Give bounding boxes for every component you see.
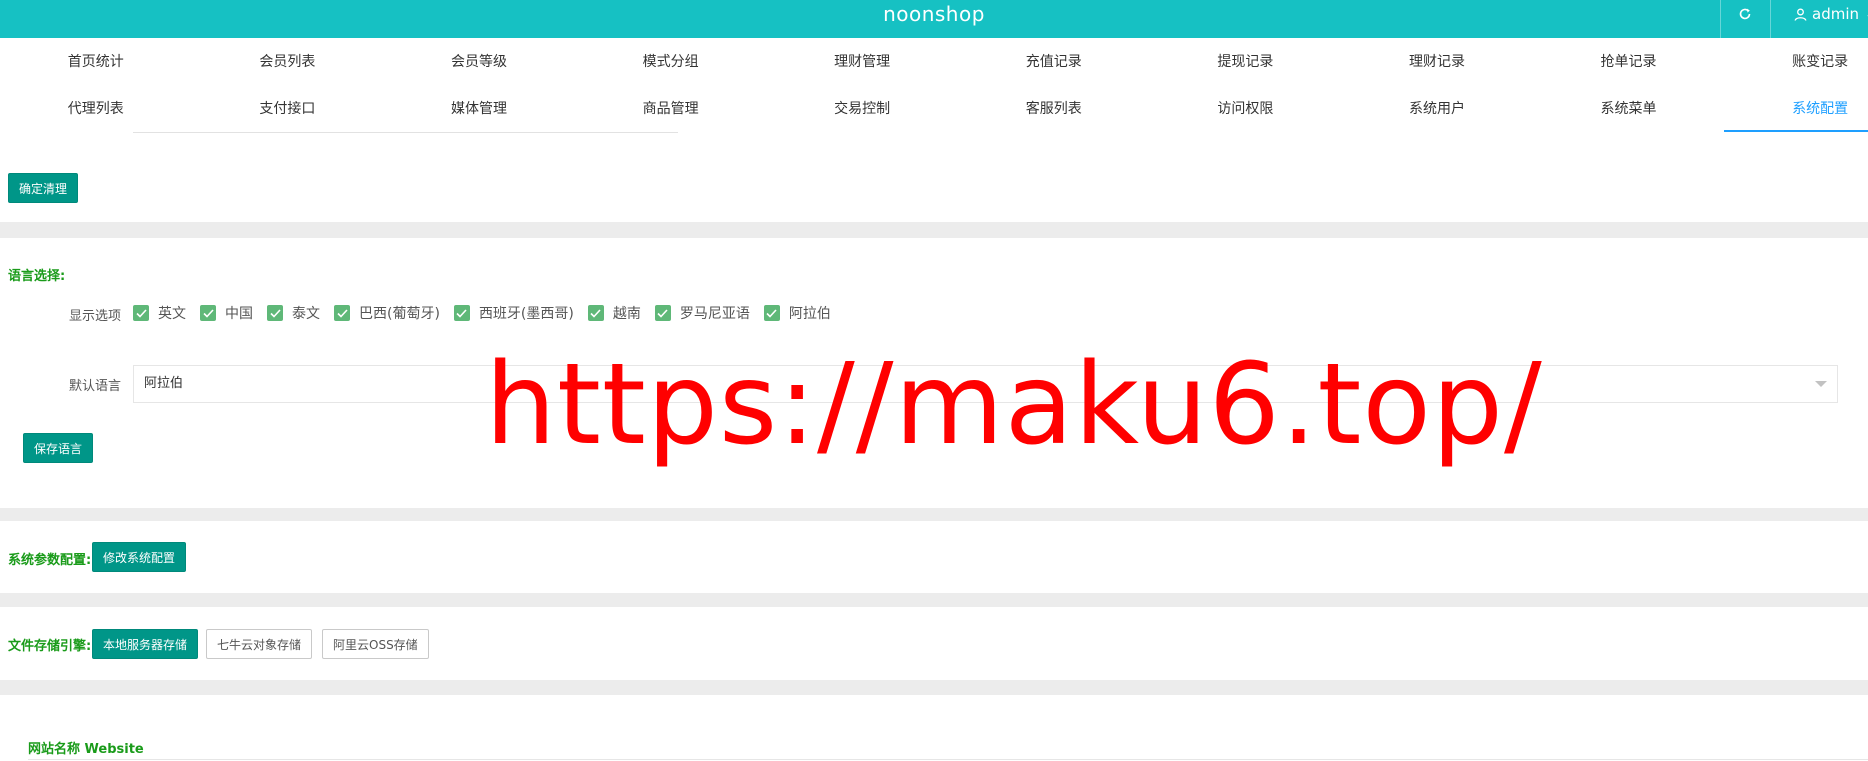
watermark-url: https://maku6.top/ bbox=[485, 340, 1543, 470]
topbar-divider bbox=[1770, 0, 1771, 38]
refresh-button[interactable] bbox=[1720, 0, 1770, 28]
nav-item-media-manage[interactable]: 媒体管理 bbox=[383, 85, 575, 132]
language-heading: 语言选择: bbox=[8, 269, 66, 284]
checkbox-vietnamese[interactable]: 越南 bbox=[587, 303, 641, 323]
checkbox-label: 罗马尼亚语 bbox=[679, 306, 750, 322]
checkbox-label: 英文 bbox=[158, 306, 186, 322]
nav-item-trade-control[interactable]: 交易控制 bbox=[766, 85, 958, 132]
top-bar: noonshop admin ⌄ bbox=[0, 0, 1868, 38]
storage-panel: 文件存储引擎: 本地服务器存储 七牛云对象存储 阿里云OSS存储 bbox=[0, 607, 1868, 680]
nav-item-system-users[interactable]: 系统用户 bbox=[1341, 85, 1533, 132]
checkbox-checked-icon bbox=[654, 305, 671, 321]
nav-item-service-list[interactable]: 客服列表 bbox=[958, 85, 1150, 132]
user-name: admin bbox=[1812, 5, 1859, 23]
website-name-field-edge bbox=[28, 759, 1868, 760]
system-params-panel: 系统参数配置: 修改系统配置 bbox=[0, 521, 1868, 593]
checkbox-checked-icon bbox=[267, 305, 283, 321]
language-checkbox-group: 英文 中国 泰文 巴西(葡萄牙) 西班牙(墨西哥) 越南 罗马尼亚语 阿拉伯 bbox=[133, 303, 845, 323]
nav-item-mode-group[interactable]: 模式分组 bbox=[575, 38, 767, 85]
storage-option-qiniu[interactable]: 七牛云对象存储 bbox=[206, 629, 313, 659]
checkbox-checked-icon bbox=[763, 305, 780, 321]
checkbox-english[interactable]: 英文 bbox=[133, 303, 186, 323]
storage-option-local[interactable]: 本地服务器存储 bbox=[92, 629, 199, 659]
nav-item-member-list[interactable]: 会员列表 bbox=[192, 38, 384, 85]
nav-item-member-level[interactable]: 会员等级 bbox=[383, 38, 575, 85]
default-language-label: 默认语言 bbox=[69, 379, 122, 394]
checkbox-brazil-portuguese[interactable]: 巴西(葡萄牙) bbox=[334, 303, 440, 323]
nav-item-withdraw-records[interactable]: 提现记录 bbox=[1150, 38, 1342, 85]
confirm-clear-button[interactable]: 确定清理 bbox=[8, 173, 79, 203]
checkbox-spanish-mexico[interactable]: 西班牙(墨西哥) bbox=[453, 303, 574, 323]
checkbox-label: 越南 bbox=[612, 306, 641, 322]
nav-item-agent-list[interactable]: 代理列表 bbox=[0, 85, 192, 132]
nav-item-grab-order-records[interactable]: 抢单记录 bbox=[1533, 38, 1725, 85]
website-panel: 网站名称 Website bbox=[0, 695, 1868, 761]
checkbox-checked-icon bbox=[200, 305, 216, 321]
checkbox-label: 西班牙(墨西哥) bbox=[478, 306, 574, 322]
nav-item-finance-records[interactable]: 理财记录 bbox=[1341, 38, 1533, 85]
app-title: noonshop bbox=[883, 2, 985, 26]
nav-item-payment-interface[interactable]: 支付接口 bbox=[192, 85, 384, 132]
clear-panel: 确定清理 bbox=[0, 132, 1868, 222]
obscured-input-edge bbox=[133, 130, 678, 133]
checkbox-arabic[interactable]: 阿拉伯 bbox=[763, 303, 831, 323]
caret-down-icon bbox=[1815, 381, 1827, 387]
user-icon bbox=[1794, 8, 1807, 21]
checkbox-label: 中国 bbox=[225, 306, 253, 322]
system-params-heading: 系统参数配置: bbox=[8, 553, 92, 568]
checkbox-chinese[interactable]: 中国 bbox=[200, 303, 253, 323]
checkbox-label: 阿拉伯 bbox=[788, 306, 831, 322]
main-nav: 首页统计 会员列表 会员等级 模式分组 理财管理 充值记录 提现记录 理财记录 … bbox=[0, 38, 1868, 132]
checkbox-label: 泰文 bbox=[292, 306, 320, 322]
nav-item-access-rights[interactable]: 访问权限 bbox=[1150, 85, 1342, 132]
nav-item-finance-manage[interactable]: 理财管理 bbox=[766, 38, 958, 85]
refresh-icon bbox=[1739, 8, 1751, 20]
nav-item-goods-manage[interactable]: 商品管理 bbox=[575, 85, 767, 132]
user-menu[interactable]: admin ⌄ bbox=[1794, 0, 1868, 28]
save-language-button[interactable]: 保存语言 bbox=[23, 433, 94, 463]
storage-option-aliyun-oss[interactable]: 阿里云OSS存储 bbox=[322, 629, 429, 659]
display-options-label: 显示选项 bbox=[69, 309, 122, 324]
checkbox-thai[interactable]: 泰文 bbox=[267, 303, 320, 323]
checkbox-label: 巴西(葡萄牙) bbox=[359, 306, 440, 322]
checkbox-checked-icon bbox=[334, 305, 350, 321]
checkbox-checked-icon bbox=[587, 305, 604, 321]
storage-heading: 文件存储引擎: bbox=[8, 639, 92, 654]
nav-row-2: 代理列表 支付接口 媒体管理 商品管理 交易控制 客服列表 访问权限 系统用户 … bbox=[0, 85, 1868, 132]
edit-system-config-button[interactable]: 修改系统配置 bbox=[92, 542, 187, 572]
checkbox-romanian[interactable]: 罗马尼亚语 bbox=[654, 303, 750, 323]
nav-item-recharge-records[interactable]: 充值记录 bbox=[958, 38, 1150, 85]
checkbox-checked-icon bbox=[133, 305, 149, 321]
checkbox-checked-icon bbox=[453, 305, 470, 321]
website-name-label: 网站名称 Website bbox=[28, 742, 144, 757]
nav-item-system-menu[interactable]: 系统菜单 bbox=[1533, 85, 1725, 132]
default-language-value: 阿拉伯 bbox=[144, 376, 184, 391]
nav-item-system-config[interactable]: 系统配置 bbox=[1724, 85, 1868, 132]
nav-row-1: 首页统计 会员列表 会员等级 模式分组 理财管理 充值记录 提现记录 理财记录 … bbox=[0, 38, 1868, 85]
nav-item-dashboard[interactable]: 首页统计 bbox=[0, 38, 192, 85]
nav-item-balance-change-records[interactable]: 账变记录 bbox=[1724, 38, 1868, 85]
